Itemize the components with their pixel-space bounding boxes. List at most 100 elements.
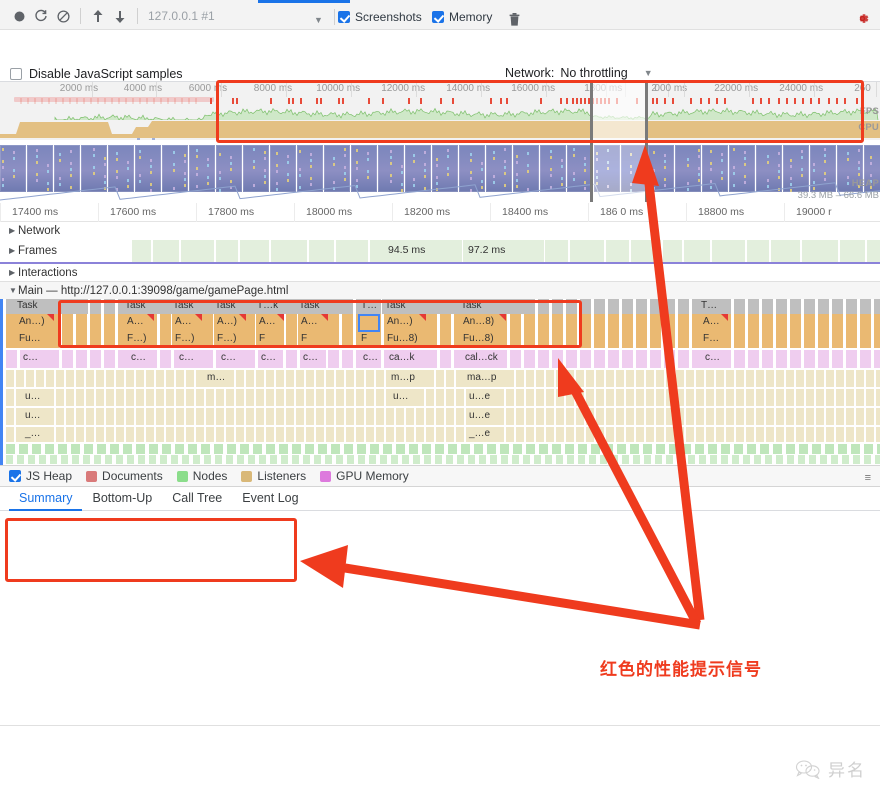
flame-bar[interactable]	[545, 455, 552, 464]
flame-bar[interactable]	[72, 455, 79, 464]
flame-bar[interactable]	[204, 455, 211, 464]
flame-bar[interactable]	[546, 408, 554, 425]
flame-bar[interactable]	[28, 455, 35, 464]
flame-bar[interactable]	[76, 370, 84, 387]
flame-bar[interactable]	[276, 427, 284, 442]
flame-bar[interactable]	[446, 408, 454, 425]
flame-bar[interactable]	[666, 370, 674, 387]
flame-bar[interactable]	[664, 299, 675, 314]
flame-bar[interactable]	[116, 389, 124, 406]
flame-bar[interactable]	[534, 455, 541, 464]
flame-bar[interactable]	[96, 427, 104, 442]
flame-bar[interactable]	[596, 427, 604, 442]
flame-bar[interactable]	[256, 370, 264, 387]
flame-bar[interactable]	[820, 455, 827, 464]
flame-bar[interactable]	[346, 408, 354, 425]
flame-bar[interactable]	[226, 455, 233, 464]
flame-bar[interactable]	[526, 408, 534, 425]
frame-cell[interactable]	[712, 240, 746, 262]
overview-selection-window[interactable]	[590, 82, 648, 202]
flame-bar[interactable]	[699, 455, 706, 464]
flame-bar[interactable]	[206, 389, 214, 406]
flame-bar[interactable]	[556, 427, 564, 442]
flame-bar[interactable]	[586, 427, 594, 442]
frame-cell[interactable]	[216, 240, 239, 262]
flame-bar[interactable]	[166, 389, 174, 406]
flame-bar[interactable]	[266, 389, 274, 406]
memory-checkbox[interactable]: Memory	[432, 10, 492, 24]
track-main[interactable]: ▼ Main — http://127.0.0.1:39098/game/gam…	[0, 282, 880, 299]
frame-cell[interactable]	[271, 240, 308, 262]
frame-cell[interactable]	[684, 240, 711, 262]
flame-bar[interactable]	[552, 350, 563, 368]
memory-legend-item[interactable]: GPU Memory	[320, 469, 409, 483]
flame-bar[interactable]	[456, 408, 464, 425]
flame-bar[interactable]	[36, 370, 44, 387]
flame-bar[interactable]	[836, 389, 844, 406]
flame-bar[interactable]	[576, 370, 584, 387]
frames-expander-icon[interactable]: ▶	[9, 246, 18, 255]
flame-bar[interactable]: F	[358, 332, 380, 348]
flame-bar[interactable]	[762, 314, 773, 332]
flame-bar[interactable]	[435, 455, 442, 464]
flame-bar[interactable]	[240, 444, 249, 454]
flame-bar[interactable]	[832, 299, 843, 314]
flame-bar[interactable]	[193, 455, 200, 464]
flame-bar[interactable]	[56, 370, 64, 387]
screenshots-checkbox[interactable]: Screenshots	[338, 10, 422, 24]
session-selector[interactable]: 127.0.0.1 #1	[144, 9, 215, 23]
flame-bar[interactable]	[818, 332, 829, 348]
flame-bar[interactable]	[846, 299, 857, 314]
flame-bar[interactable]	[256, 427, 264, 442]
flame-bar[interactable]	[756, 408, 764, 425]
flame-bar[interactable]	[86, 389, 94, 406]
upload-icon[interactable]	[87, 5, 109, 27]
flame-bar[interactable]	[860, 350, 871, 368]
flame-bar[interactable]	[636, 350, 647, 368]
flame-bar[interactable]	[196, 370, 204, 387]
flame-bar[interactable]	[346, 389, 354, 406]
flame-bar[interactable]	[566, 314, 577, 332]
flame-bar[interactable]	[123, 444, 132, 454]
flame-bar[interactable]	[347, 455, 354, 464]
flame-bar[interactable]	[106, 427, 114, 442]
flame-bar[interactable]	[66, 427, 74, 442]
flame-bar[interactable]	[816, 408, 824, 425]
flame-bar[interactable]	[626, 370, 634, 387]
flame-bar[interactable]: A…	[172, 314, 202, 332]
flame-bar[interactable]	[86, 370, 94, 387]
flame-bar[interactable]	[366, 427, 374, 442]
flame-bar[interactable]	[66, 389, 74, 406]
flame-bar[interactable]	[160, 455, 167, 464]
flame-bar[interactable]	[369, 455, 376, 464]
flame-bar[interactable]	[306, 427, 314, 442]
flame-bar[interactable]	[776, 299, 787, 314]
flame-bar[interactable]	[510, 350, 521, 368]
flame-bar[interactable]	[266, 427, 274, 442]
flame-bar[interactable]	[536, 408, 544, 425]
chevron-down-icon[interactable]: ▼	[314, 15, 323, 25]
flame-bar[interactable]	[636, 332, 647, 348]
flame-bar[interactable]	[790, 332, 801, 348]
flame-bar[interactable]	[664, 332, 675, 348]
flame-bar[interactable]	[846, 332, 857, 348]
flame-bar[interactable]	[866, 427, 874, 442]
flame-bar[interactable]	[276, 389, 284, 406]
flame-bar[interactable]	[538, 332, 549, 348]
flame-bar[interactable]	[127, 455, 134, 464]
flame-bar[interactable]	[524, 350, 535, 368]
flame-bar[interactable]	[126, 408, 134, 425]
flame-bar[interactable]	[666, 389, 674, 406]
flame-bar[interactable]	[655, 455, 662, 464]
timeline-overview[interactable]: 2000 ms4000 ms6000 ms8000 ms10000 ms1200…	[0, 82, 880, 140]
flame-bar[interactable]	[97, 444, 106, 454]
flame-bar[interactable]	[721, 444, 730, 454]
flame-bar[interactable]	[643, 444, 652, 454]
flame-bar[interactable]: T…	[358, 299, 380, 314]
flame-bar[interactable]: Fu…8)	[460, 332, 506, 348]
gear-icon[interactable]	[855, 11, 870, 30]
flame-bar[interactable]	[566, 389, 574, 406]
flame-bar[interactable]	[766, 370, 774, 387]
flame-bar[interactable]	[608, 332, 619, 348]
flame-bar[interactable]	[716, 389, 724, 406]
